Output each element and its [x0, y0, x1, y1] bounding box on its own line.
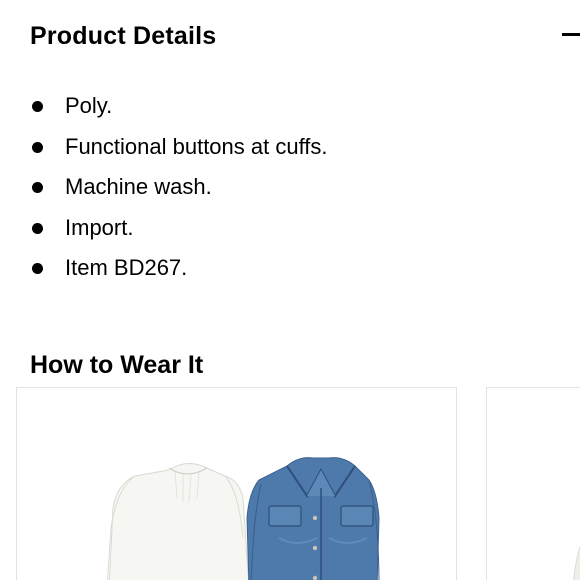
- denim-jacket-image: [246, 457, 380, 580]
- bullet-icon: [32, 263, 43, 275]
- bullet-icon: [32, 222, 43, 234]
- outfit-card[interactable]: [16, 387, 457, 580]
- product-details-list: Poly. Functional buttons at cuffs. Machi…: [0, 86, 580, 289]
- partial-garment-image: [573, 544, 580, 580]
- list-item: Import.: [0, 208, 580, 249]
- bullet-icon: [32, 182, 43, 194]
- bullet-icon: [32, 101, 43, 112]
- minus-icon[interactable]: [562, 33, 580, 36]
- list-item-text: Machine wash.: [65, 174, 212, 200]
- list-item: Machine wash.: [0, 167, 580, 208]
- list-item: Poly.: [0, 86, 580, 127]
- list-item-text: Import.: [65, 214, 134, 240]
- white-blouse-image: [107, 463, 249, 580]
- how-to-wear-title: How to Wear It: [30, 351, 204, 379]
- product-details-header[interactable]: Product Details: [30, 18, 580, 54]
- bullet-icon: [32, 141, 43, 153]
- outfit-card[interactable]: [486, 387, 580, 580]
- product-page: Product Details Poly. Functional buttons…: [0, 0, 580, 580]
- outfit-illustration: [107, 457, 380, 580]
- list-item-text: Item BD267.: [65, 255, 188, 281]
- list-item: Item BD267.: [0, 248, 580, 289]
- list-item-text: Poly.: [65, 93, 113, 118]
- product-details-title: Product Details: [30, 22, 217, 50]
- list-item-text: Functional buttons at cuffs.: [65, 133, 328, 159]
- list-item: Functional buttons at cuffs.: [0, 127, 580, 168]
